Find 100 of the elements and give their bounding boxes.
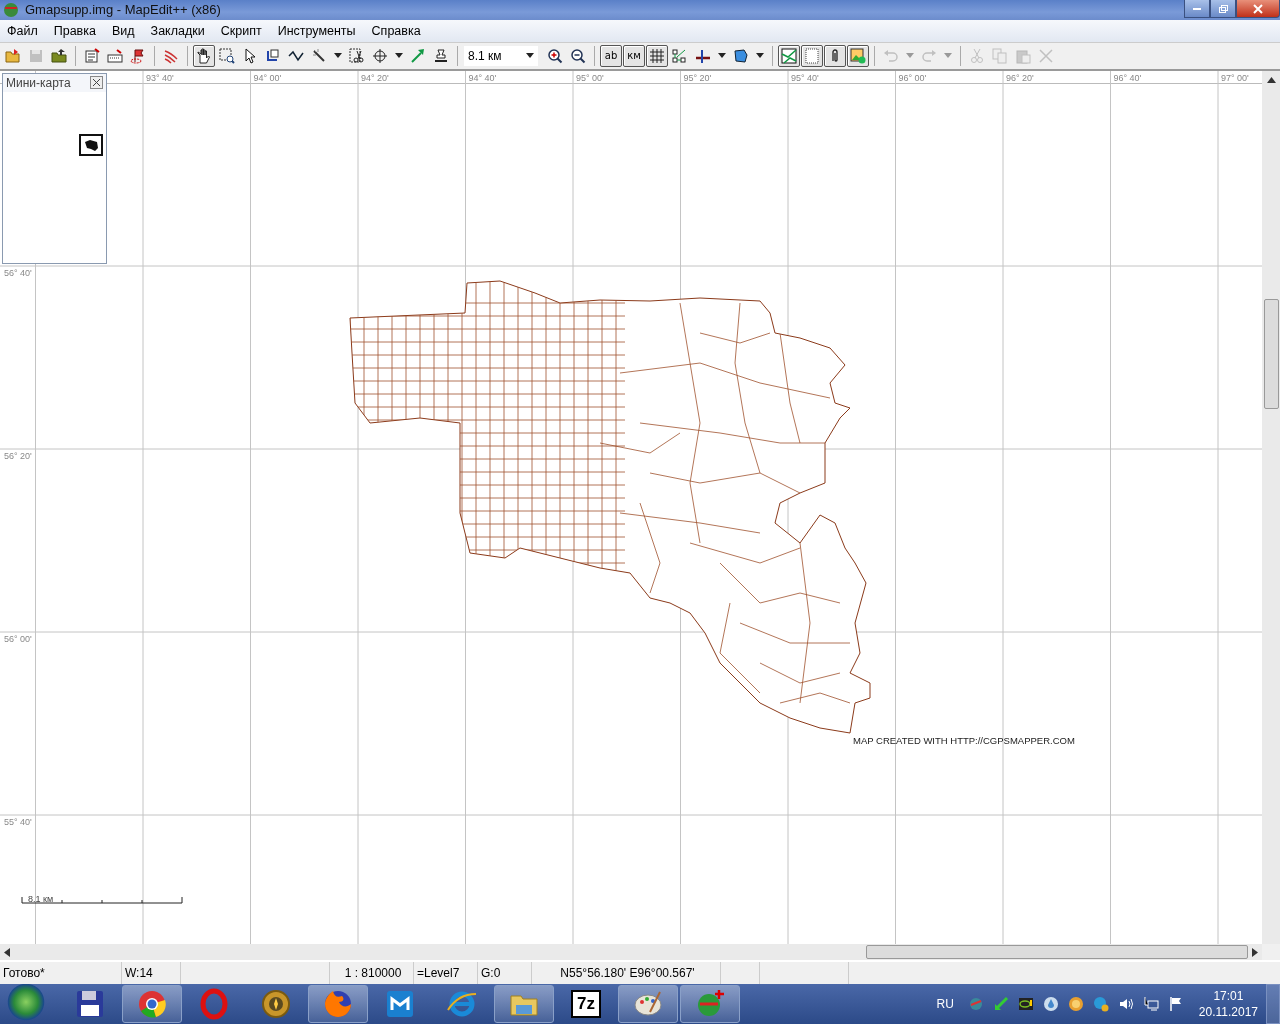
network-icon[interactable] [1142,996,1159,1012]
zoom-out-icon [570,47,586,64]
grid-button[interactable] [646,44,668,67]
nodes-icon [672,47,688,64]
latitude-label: 56° 40' [4,267,32,278]
longitude-label: 96° 40' [1113,72,1142,83]
menu-item[interactable]: Файл [0,23,46,38]
scroll-right-icon[interactable] [1252,947,1258,957]
clock[interactable]: 17:01 20.11.2017 [1198,988,1258,1020]
maximize-button[interactable] [1210,0,1236,18]
speaker-icon[interactable] [1117,996,1134,1012]
taskbar-app-button[interactable] [122,985,182,1023]
longitude-label: 93° 40' [146,72,174,83]
hand-icon [196,47,212,64]
line-split-icon [695,47,711,64]
grid-icon [649,47,665,64]
longitude-label: 94° 00' [253,72,282,83]
menu-item[interactable]: Инструменты [269,23,364,38]
chrome-like-icon [136,988,168,1020]
minimap-viewport[interactable] [79,133,103,156]
menu-item[interactable]: Скрипт [212,23,270,38]
picture-button[interactable] [847,44,869,67]
coin-icon[interactable] [1067,996,1084,1012]
eye-logo-icon[interactable] [1017,996,1034,1012]
flag-icon[interactable] [1167,996,1184,1012]
restore-icon [1218,3,1228,14]
longitude-label: 94° 20' [361,72,389,83]
map-button[interactable] [778,44,800,67]
longitude-label: 94° 40' [468,72,497,83]
panel-title: Мини-карта [6,75,71,90]
vertical-scrollbar[interactable] [1262,70,1280,945]
zoom-box-icon [219,47,235,64]
menu-item[interactable]: Вид [103,23,143,38]
horizontal-scrollbar[interactable] [0,944,1262,961]
scissors-icon [349,47,365,64]
undo-icon [883,47,899,64]
move-icon [372,47,388,64]
waves-icon [163,47,179,64]
longitude-label: 95° 20' [683,72,712,83]
drop-icon[interactable] [1042,996,1059,1012]
node-edit-icon [265,47,281,64]
menu-item[interactable]: Закладки [142,23,213,38]
close-button[interactable] [90,76,103,90]
latitude-label: 56° 00' [4,633,32,644]
map-icon [781,47,797,64]
scrollbar-thumb[interactable] [1263,298,1279,409]
ring-icon [198,988,230,1020]
longitude-label: 97° 00' [1221,72,1249,83]
dropdown-caret-icon[interactable] [718,53,726,59]
usb-arrow-icon[interactable] [992,996,1009,1012]
menu-item[interactable]: Правка [45,23,104,38]
map-thumbnail-drawing [83,137,99,152]
compass-icon [260,988,292,1020]
cursor-icon [242,47,258,64]
text-toggle-button[interactable]: км [623,44,645,67]
dropdown-caret-icon[interactable] [756,53,764,59]
keyboard-icon [107,47,123,64]
dropdown-caret-icon[interactable] [395,53,403,59]
close-icon [92,78,101,88]
wand-icon [311,47,327,64]
text-toggle-button[interactable]: ab [600,44,622,67]
caret-icon [526,53,534,59]
longitude-label: 96° 20' [1006,72,1034,83]
shape-icon [733,47,749,64]
redo-icon [921,47,937,64]
scale-label: 8.1 км [28,893,54,904]
arrow-icon [410,47,426,64]
scroll-up-icon[interactable] [1266,76,1276,83]
close-button[interactable] [1236,0,1280,18]
scissors-icon [969,47,985,64]
scrollbar-thumb[interactable] [866,945,1248,960]
minimize-icon [1193,7,1201,10]
longitude-label: 96° 00' [898,72,927,83]
delete-icon [1038,47,1054,64]
globe-app-icon [3,1,19,18]
hand-button[interactable] [193,44,215,67]
latitude-label: 56° 20' [4,450,32,461]
longitude-label: 95° 00' [576,72,604,83]
latitude-label: 55° 40' [4,816,32,827]
fox-globe-icon [322,988,354,1020]
longitude-label: 95° 40' [791,72,819,83]
minimize-button[interactable] [1184,0,1210,18]
page-icon [804,47,820,64]
dropdown-caret-icon[interactable] [334,53,342,59]
close-icon [1253,3,1263,14]
open-folder-icon [5,47,21,64]
page-button[interactable] [801,44,823,67]
menu-item[interactable]: Справка [363,23,429,38]
window-logo-icon [384,988,416,1020]
paperclip-button[interactable] [824,44,846,67]
e-badge-icon[interactable] [1092,996,1109,1012]
window-title: Gmapsupp.img - MapEdit++ (x86) [25,2,221,18]
taskbar-app-button[interactable]: 7z [556,985,616,1023]
form-icon [84,47,100,64]
scroll-left-icon[interactable] [4,947,10,957]
flag-icon [130,47,146,64]
language-indicator[interactable]: RU [936,997,954,1011]
map-credit: MAP CREATED WITH HTTP://CGPSMAPPER.COM [853,734,1075,746]
taskbar-app-button[interactable] [618,985,678,1023]
scale-dropdown[interactable]: 8.1 км [463,44,539,67]
